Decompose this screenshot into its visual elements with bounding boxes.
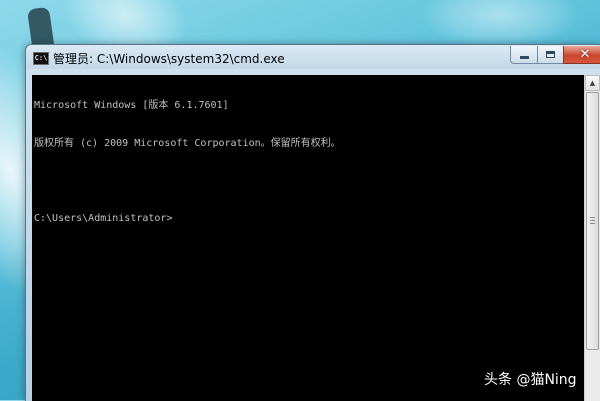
grip-line	[590, 223, 595, 224]
cmd-window: C:\ 管理员: C:\Windows\system32\cmd.exe ✕ M…	[25, 44, 600, 401]
grip-line	[590, 220, 595, 221]
minimize-button[interactable]	[510, 46, 538, 64]
up-arrow-icon: ▲	[589, 79, 596, 87]
console-prompt[interactable]: C:\Users\Administrator>	[34, 213, 341, 226]
vertical-scrollbar[interactable]: ▲	[584, 75, 600, 401]
close-icon: ✕	[579, 47, 591, 62]
maximize-icon	[546, 51, 555, 58]
scroll-up-button[interactable]: ▲	[585, 75, 600, 91]
scrollbar-thumb[interactable]	[586, 92, 599, 350]
watermark-text: 头条 @猫Ning	[484, 372, 577, 388]
maximize-button[interactable]	[537, 46, 564, 64]
console-line: 版权所有 (c) 2009 Microsoft Corporation。保留所有…	[34, 137, 341, 149]
grip-line	[590, 217, 595, 218]
console-area[interactable]: Microsoft Windows [版本 6.1.7601] 版权所有 (c)…	[32, 75, 584, 401]
close-button[interactable]: ✕	[563, 46, 600, 64]
console-output: Microsoft Windows [版本 6.1.7601] 版权所有 (c)…	[34, 75, 341, 250]
wallpaper-swirl	[420, 0, 580, 50]
cmd-app-icon[interactable]: C:\	[33, 52, 49, 65]
console-line: Microsoft Windows [版本 6.1.7601]	[34, 100, 229, 111]
window-title: 管理员: C:\Windows\system32\cmd.exe	[53, 52, 285, 66]
minimize-icon	[519, 56, 529, 59]
